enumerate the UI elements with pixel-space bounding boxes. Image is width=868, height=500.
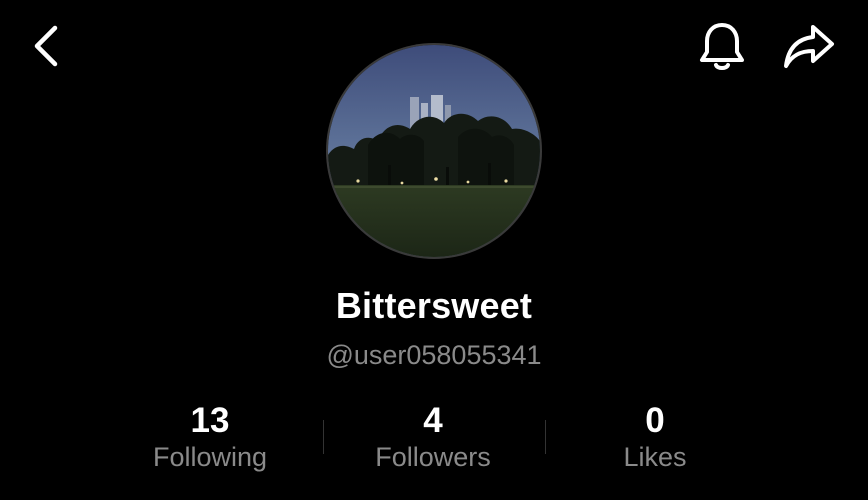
stat-divider [545, 420, 546, 454]
share-button[interactable] [778, 20, 840, 78]
following-count: 13 [190, 401, 230, 440]
share-arrow-icon [781, 22, 837, 77]
night-park-photo [328, 45, 540, 257]
stat-divider [323, 420, 324, 454]
likes-label: Likes [623, 442, 687, 472]
avatar[interactable] [328, 45, 540, 257]
chevron-left-icon [31, 24, 61, 73]
followers-label: Followers [375, 442, 491, 472]
display-name: Bittersweet [335, 285, 533, 326]
following-label: Following [152, 442, 268, 472]
followers-count: 4 [423, 401, 443, 440]
bell-icon [697, 20, 747, 79]
likes-count: 0 [645, 401, 665, 440]
following-stat[interactable]: 13 Following [110, 398, 310, 474]
notification-button[interactable] [694, 20, 750, 78]
back-button[interactable] [22, 22, 70, 74]
likes-stat[interactable]: 0 Likes [555, 398, 755, 474]
username: @user058055341 [326, 340, 542, 370]
followers-stat[interactable]: 4 Followers [333, 398, 533, 474]
